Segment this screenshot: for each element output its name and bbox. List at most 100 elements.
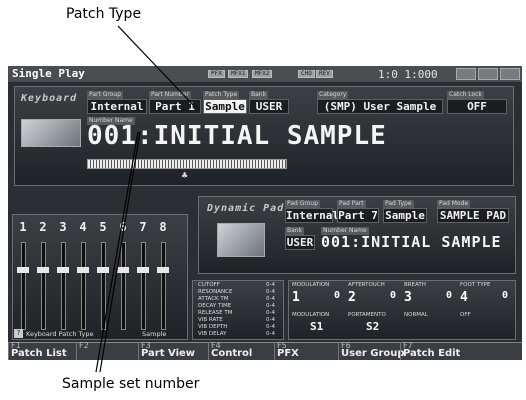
function-key-f2[interactable]: F2 [76,341,138,360]
pad-type-value[interactable]: Sample [383,208,427,223]
patch-type-value[interactable]: Sample [203,99,247,114]
fader-knob[interactable] [17,266,29,273]
fx-indicator: MFX2 [252,70,273,78]
param-value[interactable]: 0-4 [266,282,275,288]
channel-number: 1 [19,220,27,234]
channel-number: 8 [159,220,167,234]
keyboard-icon: ♣ [181,171,189,180]
part-group-value[interactable]: Internal [87,99,147,114]
pad-bank-label: Bank [285,227,305,235]
param-name: VIB DEPTH [198,324,228,330]
pad-part-value[interactable]: Part 7 [337,208,379,223]
up-button[interactable] [478,68,498,80]
single-play-screen: Single Play PFX MFX1 MFX2 CHO REV 1:0 1:… [8,66,522,360]
controller-value[interactable]: 0 [502,290,508,301]
channel-fader[interactable] [161,242,166,330]
keyboard-thumbnail [21,119,81,147]
function-key-label: Patch Edit [403,348,461,359]
fader-knob[interactable] [117,266,129,273]
sample-set-callout: Sample set number [62,376,200,392]
assign-label: MODULATION [292,312,330,318]
menu-button[interactable] [456,68,476,80]
fader-knob[interactable] [37,266,49,273]
param-value[interactable]: 0-4 [266,324,275,330]
param-name: ATTACK TM [198,296,229,302]
param-value[interactable]: 0-4 [266,289,275,295]
function-key-f6[interactable]: F6 User Group [338,341,405,360]
fader-knob[interactable] [97,266,109,273]
function-key-label: Patch List [11,348,67,359]
controller-label: BREATH [404,282,426,288]
patch-name[interactable]: 001:INITIAL SAMPLE [87,121,387,151]
keyboard-range [87,159,287,169]
pad-group-value[interactable]: Internal [285,208,339,223]
channel-fader[interactable] [101,242,106,330]
help-icon[interactable]: ? [14,329,23,338]
next-button[interactable] [500,68,520,80]
assign-label: NORMAL [404,312,428,318]
param-name: RESONANCE [198,289,233,295]
controller-value[interactable]: 0 [334,290,340,301]
pad-mode-value[interactable]: SAMPLE PAD [437,208,509,223]
title-bar: Single Play PFX MFX1 MFX2 CHO REV 1:0 1:… [8,66,522,82]
channel-number: 7 [139,220,147,234]
controller-number: 3 [404,290,412,305]
catch-lock-value[interactable]: OFF [447,99,507,114]
channel-number: 3 [59,220,67,234]
controller-number: 1 [292,290,300,305]
assign-value[interactable]: S1 [310,320,323,333]
function-key-label: PFX [277,348,299,359]
channel-number: 2 [39,220,47,234]
controller-value[interactable]: 0 [390,290,396,301]
param-value[interactable]: 0-4 [266,310,275,316]
part-number-value[interactable]: Part 1 [149,99,201,114]
pad-patch-name[interactable]: 001:INITIAL SAMPLE [321,233,502,251]
fader-knob[interactable] [157,266,169,273]
channel-fader[interactable] [41,242,46,330]
keyboard-panel[interactable]: Keyboard Part Group Internal Part Number… [14,86,514,186]
category-value[interactable]: (SMP) User Sample [317,99,443,114]
bank-label: Bank [249,91,269,99]
function-key-f7[interactable]: F7 Patch Edit [400,341,470,360]
channel-fader[interactable] [81,242,86,330]
function-key-label: Part View [141,348,196,359]
bank-value[interactable]: USER [249,99,289,114]
mixer-footer-value: Sample [142,330,167,338]
channel-fader[interactable] [61,242,66,330]
param-value[interactable]: 0-4 [266,296,275,302]
patch-type-callout: Patch Type [66,6,142,22]
pad-bank-value[interactable]: USER [285,235,315,250]
keyboard-label: Keyboard [21,93,78,104]
fader-knob[interactable] [137,266,149,273]
channel-fader[interactable] [21,242,26,330]
param-name: DECAY TIME [198,303,232,309]
assign-value[interactable]: S2 [366,320,379,333]
channel-fader[interactable] [121,242,126,330]
controller-label: AFTERTOUCH [348,282,385,288]
fx-indicator: MFX1 [228,70,249,78]
controller-number: 2 [348,290,356,305]
param-value[interactable]: 0-4 [266,331,275,337]
time-display: 1:0 1:000 [378,68,438,81]
fader-knob[interactable] [57,266,69,273]
channel-fader[interactable] [141,242,146,330]
fader-knob[interactable] [77,266,89,273]
assign-label: OFF [460,312,471,318]
function-key-f5[interactable]: F5 PFX [274,341,338,360]
function-key-label: User Group [341,348,405,359]
param-value[interactable]: 0-4 [266,317,275,323]
controller-number: 4 [460,290,468,305]
dynamic-pad-panel[interactable]: Dynamic Pad Pad Group Internal Pad Part … [198,196,516,274]
param-name: RELEASE TM [198,310,233,316]
function-key-f4[interactable]: F4 Control [208,341,274,360]
mixer-footer-label: Keyboard Patch Type [26,330,94,338]
channel-number: 5 [99,220,107,234]
function-key-f1[interactable]: F1 Patch List [8,341,76,360]
controller-value[interactable]: 0 [446,290,452,301]
category-label: Category [317,91,349,99]
param-value[interactable]: 0-4 [266,303,275,309]
param-name: CUTOFF [198,282,220,288]
controller-label: FOOT TYPE [460,282,491,288]
function-key-f3[interactable]: F3 Part View [138,341,208,360]
window-title: Single Play [12,67,85,80]
